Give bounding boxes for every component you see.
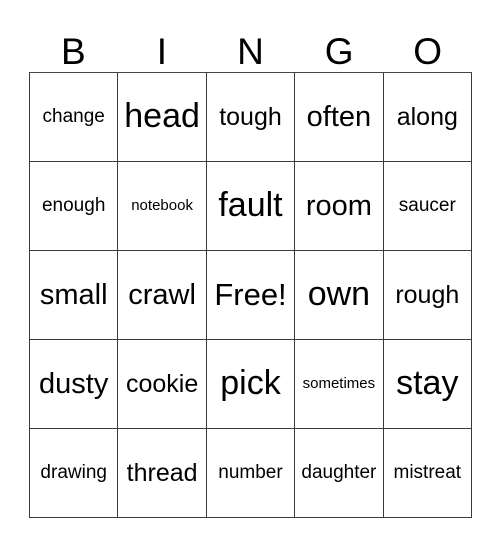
- header-letter-n: N: [237, 31, 264, 72]
- bingo-cell-label: thread: [126, 458, 198, 487]
- bingo-cell[interactable]: along: [383, 73, 472, 162]
- bingo-cell-label: often: [306, 100, 372, 133]
- bingo-cell-label: crawl: [128, 278, 196, 311]
- bingo-cell-label: pick: [220, 364, 281, 403]
- bingo-cell[interactable]: head: [118, 73, 207, 162]
- bingo-cell-label: tough: [219, 102, 282, 131]
- bingo-cell[interactable]: drawing: [30, 429, 119, 518]
- header-letter-g: G: [324, 31, 354, 72]
- bingo-cell[interactable]: thread: [118, 429, 207, 518]
- bingo-cell-label: own: [307, 275, 371, 314]
- bingo-cell[interactable]: tough: [206, 73, 296, 162]
- bingo-cell[interactable]: stay: [383, 340, 472, 429]
- bingo-cell[interactable]: notebook: [118, 162, 207, 251]
- header-letter-i: I: [156, 31, 168, 72]
- bingo-cell[interactable]: fault: [206, 162, 296, 251]
- bingo-cell-label: change: [42, 106, 105, 128]
- bingo-cell-label: stay: [396, 364, 459, 403]
- bingo-free-label: Free!: [214, 276, 287, 312]
- bingo-cell[interactable]: sometimes: [295, 340, 384, 429]
- bingo-cell-label: room: [305, 189, 372, 222]
- bingo-cell[interactable]: daughter: [295, 429, 384, 518]
- bingo-cell-label: enough: [41, 195, 106, 217]
- bingo-cell-label: number: [218, 462, 283, 484]
- bingo-cell[interactable]: cookie: [118, 340, 207, 429]
- bingo-cell-label: mistreat: [393, 462, 462, 484]
- bingo-cell[interactable]: number: [206, 429, 296, 518]
- bingo-header: B I N G O: [29, 18, 472, 72]
- bingo-cell-label: head: [124, 97, 200, 136]
- bingo-cell[interactable]: crawl: [118, 251, 207, 340]
- bingo-cell-label: small: [39, 278, 108, 311]
- bingo-card: B I N G O change head tough often along …: [0, 0, 500, 544]
- bingo-cell[interactable]: room: [295, 162, 384, 251]
- bingo-cell-label: notebook: [131, 197, 193, 215]
- bingo-cell[interactable]: often: [295, 73, 384, 162]
- bingo-cell-label: dusty: [39, 367, 109, 400]
- bingo-cell[interactable]: enough: [30, 162, 119, 251]
- header-letter-o: O: [413, 31, 443, 72]
- bingo-cell-free[interactable]: Free!: [206, 251, 296, 340]
- bingo-cell[interactable]: rough: [383, 251, 472, 340]
- bingo-cell[interactable]: dusty: [30, 340, 119, 429]
- bingo-cell[interactable]: small: [30, 251, 119, 340]
- bingo-cell[interactable]: change: [30, 73, 119, 162]
- bingo-cell-label: cookie: [125, 369, 199, 398]
- bingo-grid: change head tough often along enough not…: [29, 72, 472, 518]
- bingo-cell-label: fault: [218, 186, 283, 225]
- bingo-cell[interactable]: pick: [206, 340, 296, 429]
- bingo-cell-label: daughter: [301, 462, 377, 484]
- bingo-cell[interactable]: own: [295, 251, 384, 340]
- header-letter-b: B: [60, 31, 86, 72]
- bingo-cell[interactable]: saucer: [383, 162, 472, 251]
- bingo-cell-label: along: [396, 102, 458, 131]
- bingo-cell-label: sometimes: [302, 375, 376, 393]
- bingo-cell-label: drawing: [40, 462, 107, 484]
- bingo-cell-label: rough: [395, 280, 460, 309]
- bingo-cell[interactable]: mistreat: [383, 429, 472, 518]
- bingo-cell-label: saucer: [398, 195, 456, 217]
